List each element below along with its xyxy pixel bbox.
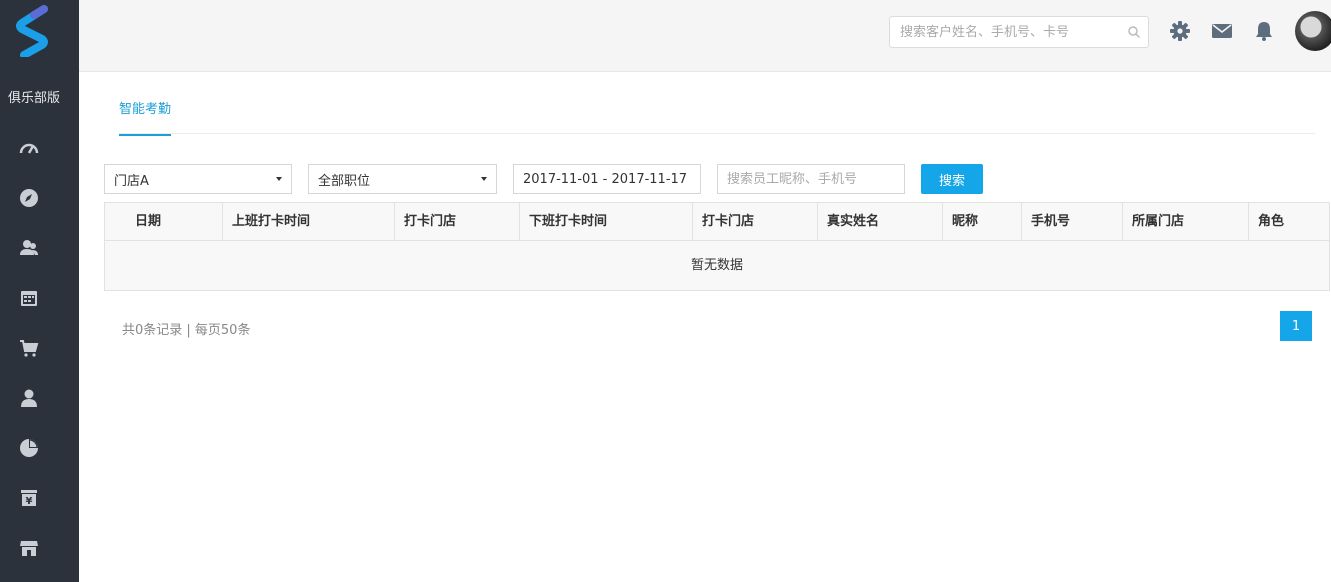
caret-down-icon — [276, 177, 282, 181]
dashboard-icon[interactable] — [19, 138, 39, 158]
search-button[interactable]: 搜索 — [921, 164, 983, 194]
store-icon[interactable] — [19, 538, 39, 558]
store-select[interactable]: 门店A — [104, 164, 292, 194]
user-icon[interactable] — [19, 388, 39, 408]
empty-state: 暂无数据 — [690, 258, 743, 273]
bell-icon[interactable] — [1253, 20, 1275, 42]
column-header[interactable]: 打卡门店 — [395, 203, 520, 241]
calendar-icon[interactable] — [19, 288, 39, 308]
column-header[interactable]: 上班打卡时间 — [223, 203, 395, 241]
top-bar — [79, 0, 1331, 72]
column-header[interactable]: 打卡门店 — [693, 203, 818, 241]
column-header[interactable]: 真实姓名 — [818, 203, 943, 241]
position-select-value: 全部职位 — [318, 173, 371, 189]
tab-divider — [119, 133, 1315, 134]
caret-down-icon — [481, 177, 487, 181]
gear-icon[interactable] — [1169, 20, 1191, 42]
date-range-value: 2017-11-01 - 2017-11-17 — [523, 171, 688, 187]
table-header: 日期 上班打卡时间 打卡门店 下班打卡时间 打卡门店 真实姓名 昵称 手机号 所… — [105, 203, 1329, 241]
customer-search-box — [889, 16, 1149, 48]
avatar[interactable] — [1295, 11, 1331, 51]
employee-search-input[interactable] — [727, 165, 904, 193]
store-select-value: 门店A — [114, 173, 149, 189]
compass-icon[interactable] — [19, 188, 39, 208]
customer-search-input[interactable] — [890, 17, 1115, 47]
employee-search-field — [717, 164, 905, 194]
mail-icon[interactable] — [1211, 20, 1233, 42]
column-header[interactable]: 昵称 — [943, 203, 1022, 241]
position-select[interactable]: 全部职位 — [308, 164, 497, 194]
column-header[interactable]: 角色 — [1249, 203, 1329, 241]
club-edition-label: 俱乐部版 — [8, 91, 61, 106]
column-header[interactable]: 手机号 — [1022, 203, 1123, 241]
pie-chart-icon[interactable] — [19, 438, 39, 458]
column-header[interactable]: 日期 — [105, 203, 223, 241]
cart-icon[interactable] — [19, 338, 39, 358]
search-icon[interactable] — [1127, 25, 1141, 39]
brand-logo[interactable] — [14, 5, 54, 59]
tab-bar: 智能考勤 — [119, 98, 172, 136]
attendance-table: 日期 上班打卡时间 打卡门店 下班打卡时间 打卡门店 真实姓名 昵称 手机号 所… — [104, 202, 1330, 291]
record-count: 共0条记录 | 每页50条 — [122, 323, 251, 338]
date-range-input[interactable]: 2017-11-01 - 2017-11-17 — [513, 164, 701, 194]
svg-text:¥: ¥ — [26, 496, 33, 507]
tab-smart-attendance[interactable]: 智能考勤 — [119, 98, 172, 136]
finance-icon[interactable]: ¥ — [19, 488, 39, 508]
members-icon[interactable] — [19, 238, 39, 258]
sidebar: 俱乐部版 ¥ — [0, 0, 79, 582]
page-button-current[interactable]: 1 — [1280, 311, 1312, 341]
column-header[interactable]: 所属门店 — [1123, 203, 1249, 241]
column-header[interactable]: 下班打卡时间 — [520, 203, 693, 241]
